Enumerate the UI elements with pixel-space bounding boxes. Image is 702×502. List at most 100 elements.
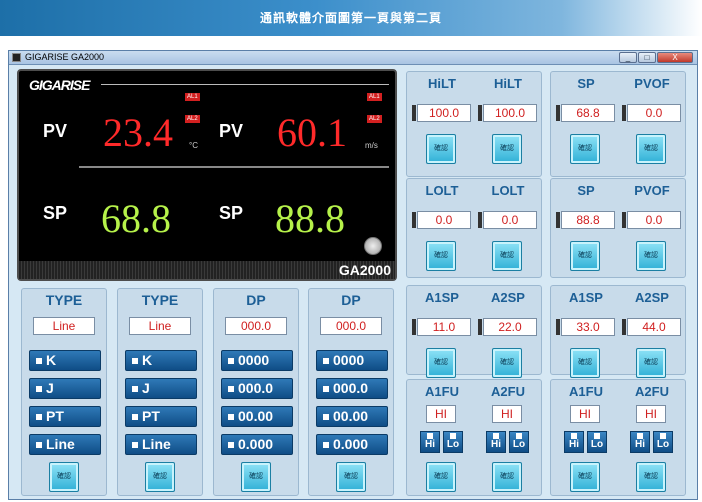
- confirm-button[interactable]: 確認: [570, 241, 600, 271]
- spin-icon[interactable]: [412, 319, 416, 335]
- param-value-field[interactable]: 68.8: [561, 104, 615, 122]
- confirm-button[interactable]: 確認: [426, 348, 456, 378]
- display-knob[interactable]: [364, 237, 382, 255]
- confirm-button[interactable]: 確認: [426, 134, 456, 164]
- option-label: 000.0: [333, 380, 369, 396]
- radio-indicator-icon: [36, 386, 42, 393]
- spin-icon[interactable]: [478, 212, 482, 228]
- spin-icon[interactable]: [622, 105, 626, 121]
- param-value-field[interactable]: 100.0: [483, 104, 537, 122]
- dp-option[interactable]: 0000: [221, 350, 293, 371]
- lo-button[interactable]: Lo: [587, 431, 607, 453]
- spin-icon[interactable]: [412, 212, 416, 228]
- al1-indicator-right: AL1: [367, 93, 382, 101]
- type-label: TYPE: [45, 292, 83, 308]
- type-option[interactable]: PT: [125, 406, 197, 427]
- pv1-value: 23.4: [103, 110, 173, 155]
- dp-label: DP: [246, 292, 266, 308]
- logo-divider: [101, 84, 389, 85]
- type-option[interactable]: Line: [125, 434, 197, 455]
- confirm-button[interactable]: 確認: [636, 348, 666, 378]
- type-option[interactable]: Line: [29, 434, 101, 455]
- confirm-button[interactable]: 確認: [492, 241, 522, 271]
- param-value-field[interactable]: 0.0: [417, 211, 471, 229]
- param-label: LOLT: [491, 183, 525, 198]
- lo-button[interactable]: Lo: [509, 431, 529, 453]
- sp1-value: 68.8: [101, 196, 171, 241]
- confirm-button[interactable]: 確認: [492, 134, 522, 164]
- spin-icon[interactable]: [556, 105, 560, 121]
- spin-icon[interactable]: [478, 319, 482, 335]
- pv2-label: PV: [219, 121, 244, 141]
- hi-label: Hi: [569, 439, 579, 450]
- display-divider: [79, 166, 389, 168]
- confirm-button[interactable]: 確認: [336, 462, 366, 492]
- param-value-field[interactable]: 33.0: [561, 318, 615, 336]
- radio-indicator-icon: [228, 442, 234, 449]
- dp-option[interactable]: 0000: [316, 350, 388, 371]
- afu-value: HI: [492, 405, 522, 423]
- spin-icon[interactable]: [556, 212, 560, 228]
- param-value-field[interactable]: 88.8: [561, 211, 615, 229]
- spin-icon[interactable]: [622, 212, 626, 228]
- lo-label: Lo: [656, 439, 670, 450]
- confirm-button[interactable]: 確認: [570, 462, 600, 492]
- dp-option[interactable]: 0.000: [221, 434, 293, 455]
- dp-option[interactable]: 0.000: [316, 434, 388, 455]
- confirm-button[interactable]: 確認: [636, 134, 666, 164]
- param-label: A1SP: [425, 290, 459, 305]
- type-option[interactable]: PT: [29, 406, 101, 427]
- param-value-field[interactable]: 0.0: [627, 104, 681, 122]
- sp2-label: SP: [219, 203, 244, 223]
- maximize-button[interactable]: □: [638, 52, 656, 63]
- sp2-value: 88.8: [275, 196, 345, 241]
- banner: 通訊軟體介面圖第一頁與第二頁: [0, 0, 702, 36]
- option-label: Line: [46, 436, 75, 452]
- hi-button[interactable]: Hi: [420, 431, 440, 453]
- type-option[interactable]: K: [29, 350, 101, 371]
- confirm-button[interactable]: 確認: [636, 462, 666, 492]
- lo-button[interactable]: Lo: [443, 431, 463, 453]
- param-value-field[interactable]: 11.0: [417, 318, 471, 336]
- confirm-button[interactable]: 確認: [636, 241, 666, 271]
- dp-label: DP: [341, 292, 361, 308]
- hi-label: Hi: [635, 439, 645, 450]
- hi-button[interactable]: Hi: [564, 431, 584, 453]
- confirm-button[interactable]: 確認: [570, 348, 600, 378]
- confirm-button[interactable]: 確認: [241, 462, 271, 492]
- confirm-button[interactable]: 確認: [426, 241, 456, 271]
- param-label: A2SP: [635, 290, 669, 305]
- param-value-field[interactable]: 0.0: [627, 211, 681, 229]
- param-value-field[interactable]: 22.0: [483, 318, 537, 336]
- confirm-button[interactable]: 確認: [492, 348, 522, 378]
- param-label: HiLT: [494, 76, 522, 91]
- lo-button[interactable]: Lo: [653, 431, 673, 453]
- radio-indicator-icon: [323, 442, 329, 449]
- param-value-field[interactable]: 0.0: [483, 211, 537, 229]
- dp-option[interactable]: 000.0: [316, 378, 388, 399]
- hi-button[interactable]: Hi: [630, 431, 650, 453]
- param-value-field[interactable]: 100.0: [417, 104, 471, 122]
- spin-icon[interactable]: [478, 105, 482, 121]
- dp-option[interactable]: 00.00: [221, 406, 293, 427]
- hi-button[interactable]: Hi: [486, 431, 506, 453]
- confirm-button[interactable]: 確認: [145, 462, 175, 492]
- spin-icon[interactable]: [412, 105, 416, 121]
- dp-option[interactable]: 00.00: [316, 406, 388, 427]
- spin-icon[interactable]: [556, 319, 560, 335]
- option-label: K: [46, 352, 57, 368]
- spin-icon[interactable]: [622, 319, 626, 335]
- confirm-button[interactable]: 確認: [570, 134, 600, 164]
- dp-option[interactable]: 000.0: [221, 378, 293, 399]
- type-option[interactable]: J: [29, 378, 101, 399]
- type-option[interactable]: J: [125, 378, 197, 399]
- option-label: 000.0: [238, 380, 274, 396]
- confirm-button[interactable]: 確認: [492, 462, 522, 492]
- minimize-button[interactable]: _: [619, 52, 637, 63]
- confirm-button[interactable]: 確認: [49, 462, 79, 492]
- type-option[interactable]: K: [125, 350, 197, 371]
- close-button[interactable]: X: [657, 52, 693, 63]
- param-value-field[interactable]: 44.0: [627, 318, 681, 336]
- confirm-button[interactable]: 確認: [426, 462, 456, 492]
- param-label: A2SP: [491, 290, 525, 305]
